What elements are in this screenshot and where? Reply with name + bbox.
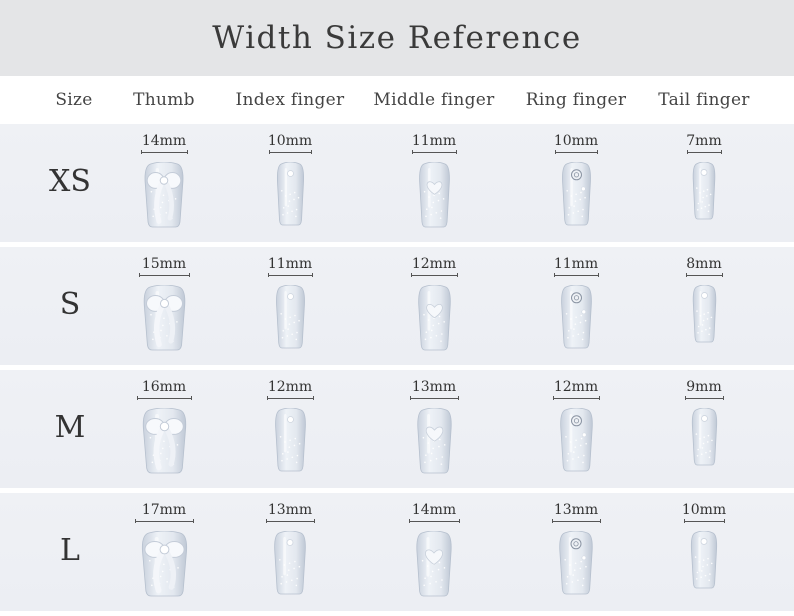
- width-ruler-icon: [411, 150, 457, 154]
- width-ruler-icon: [552, 396, 600, 400]
- middle-cell: 13mm: [384, 370, 484, 488]
- bow-press-on-nail-image: [140, 531, 189, 597]
- header-middle-finger: Middle finger: [373, 90, 495, 110]
- index-cell: 11mm: [240, 247, 340, 365]
- middle-width-value: 13mm: [411, 379, 457, 395]
- width-ruler-icon: [268, 150, 312, 154]
- index-width-value: 10mm: [267, 133, 313, 149]
- thumb-cell: 14mm: [114, 124, 214, 242]
- header-size: Size: [55, 90, 93, 110]
- bow-press-on-nail-image: [142, 285, 187, 351]
- header-ring-finger: Ring finger: [525, 90, 627, 110]
- size-row-s: S 15mm 11mm 12mm 11mm 8mm: [0, 247, 794, 365]
- ring-width-value: 13mm: [553, 502, 599, 518]
- bow-press-on-nail-image: [141, 408, 188, 474]
- tail-width-value: 10mm: [681, 502, 727, 518]
- width-ruler-icon: [266, 396, 314, 400]
- width-ruler-icon: [265, 519, 315, 523]
- tail-cell: 10mm: [654, 493, 754, 611]
- size-label: XS: [49, 164, 91, 199]
- index-width-value: 12mm: [267, 379, 313, 395]
- pearl-press-on-nail-image: [692, 162, 716, 220]
- width-ruler-icon: [410, 273, 458, 277]
- tail-width-value: 7mm: [686, 133, 722, 149]
- width-ruler-icon: [686, 150, 722, 154]
- width-ruler-icon: [138, 273, 190, 277]
- thumb-cell: 15mm: [114, 247, 214, 365]
- width-ruler-icon: [134, 519, 194, 523]
- index-width-value: 11mm: [267, 256, 313, 272]
- size-row-l: L 17mm 13mm 14mm 13mm 10mm: [0, 493, 794, 611]
- size-row-m: M 16mm 12mm 13mm 12mm 9mm: [0, 370, 794, 488]
- width-ruler-icon: [551, 519, 601, 523]
- width-ruler-icon: [409, 396, 459, 400]
- middle-cell: 12mm: [384, 247, 484, 365]
- size-label: S: [59, 287, 81, 322]
- pearl-press-on-nail-image: [690, 531, 718, 589]
- heart-press-on-nail-image: [417, 285, 452, 351]
- page-title: Width Size Reference: [212, 20, 582, 56]
- ring-cell: 10mm: [526, 124, 626, 242]
- middle-width-value: 14mm: [411, 502, 457, 518]
- middle-width-value: 11mm: [411, 133, 457, 149]
- width-ruler-icon: [140, 150, 188, 154]
- rose-charm-press-on-nail-image: [560, 285, 593, 349]
- tail-cell: 7mm: [654, 124, 754, 242]
- thumb-cell: 17mm: [114, 493, 214, 611]
- width-ruler-icon: [685, 273, 723, 277]
- thumb-width-value: 16mm: [141, 379, 187, 395]
- width-ruler-icon: [267, 273, 313, 277]
- thumb-width-value: 17mm: [141, 502, 187, 518]
- thumb-width-value: 14mm: [141, 133, 187, 149]
- middle-cell: 14mm: [384, 493, 484, 611]
- width-ruler-icon: [683, 519, 725, 523]
- header-index-finger: Index finger: [235, 90, 345, 110]
- thumb-width-value: 15mm: [141, 256, 187, 272]
- width-ruler-icon: [554, 150, 598, 154]
- size-label: L: [60, 533, 80, 568]
- tail-cell: 9mm: [654, 370, 754, 488]
- middle-cell: 11mm: [384, 124, 484, 242]
- ring-width-value: 11mm: [553, 256, 599, 272]
- thumb-cell: 16mm: [114, 370, 214, 488]
- pearl-glitter-press-on-nail-image: [276, 162, 305, 226]
- header-tail-finger: Tail finger: [658, 90, 750, 110]
- index-cell: 12mm: [240, 370, 340, 488]
- heart-press-on-nail-image: [418, 162, 451, 228]
- tail-width-value: 8mm: [686, 256, 722, 272]
- pearl-press-on-nail-image: [692, 285, 717, 343]
- width-ruler-icon: [408, 519, 460, 523]
- index-cell: 10mm: [240, 124, 340, 242]
- pearl-glitter-press-on-nail-image: [274, 408, 307, 472]
- width-ruler-icon: [553, 273, 599, 277]
- width-ruler-icon: [684, 396, 724, 400]
- ring-width-value: 10mm: [553, 133, 599, 149]
- width-ruler-icon: [136, 396, 192, 400]
- tail-cell: 8mm: [654, 247, 754, 365]
- heart-press-on-nail-image: [415, 531, 453, 597]
- tail-width-value: 9mm: [686, 379, 722, 395]
- rose-charm-press-on-nail-image: [559, 408, 594, 472]
- pearl-press-on-nail-image: [691, 408, 718, 466]
- index-width-value: 13mm: [267, 502, 313, 518]
- ring-cell: 13mm: [526, 493, 626, 611]
- rose-charm-press-on-nail-image: [558, 531, 594, 595]
- index-cell: 13mm: [240, 493, 340, 611]
- rose-charm-press-on-nail-image: [561, 162, 592, 226]
- title-bar: Width Size Reference: [0, 0, 794, 76]
- heart-press-on-nail-image: [416, 408, 453, 474]
- size-label: M: [54, 410, 86, 445]
- pearl-glitter-press-on-nail-image: [273, 531, 307, 595]
- ring-width-value: 12mm: [553, 379, 599, 395]
- ring-cell: 12mm: [526, 370, 626, 488]
- ring-cell: 11mm: [526, 247, 626, 365]
- bow-press-on-nail-image: [143, 162, 185, 228]
- size-row-xs: XS 14mm 10mm 11mm 10mm 7mm: [0, 124, 794, 242]
- middle-width-value: 12mm: [411, 256, 457, 272]
- column-header-row: Size Thumb Index finger Middle finger Ri…: [0, 76, 794, 124]
- pearl-glitter-press-on-nail-image: [275, 285, 306, 349]
- header-thumb: Thumb: [133, 90, 195, 110]
